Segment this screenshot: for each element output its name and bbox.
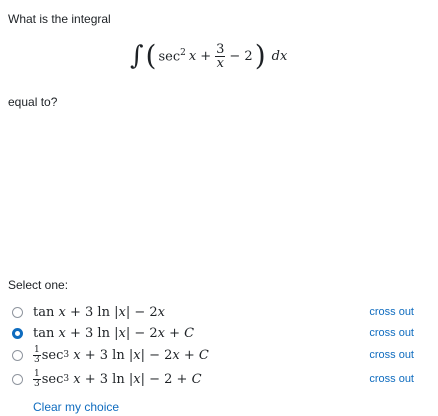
answer-option-3[interactable]: 1 3 sec 3 x + 3 ln | x | − 2x + C cross out: [12, 344, 414, 366]
sec-term: sec2: [158, 47, 186, 65]
fraction-3-over-x: 3 x: [215, 41, 226, 71]
fraction-one-third: 1 3: [33, 368, 41, 389]
cross-out-link-2[interactable]: cross out: [369, 327, 414, 339]
left-paren: (: [145, 39, 157, 72]
clear-choice-link[interactable]: Clear my choice: [33, 400, 119, 414]
answer-option-1[interactable]: tan x + 3 ln | x | − 2x cross out: [12, 302, 414, 322]
question-prompt: What is the integral: [8, 12, 111, 26]
option-1-text: tan x + 3 ln | x | − 2x: [33, 304, 165, 320]
radio-selected-dot: [15, 330, 20, 336]
answer-option-2[interactable]: tan x + 3 ln | x | − 2x + C cross out: [12, 323, 414, 343]
right-paren: ): [254, 39, 266, 72]
select-one-label: Select one:: [8, 278, 69, 292]
dx: dx: [271, 48, 288, 64]
cross-out-link-3[interactable]: cross out: [369, 349, 414, 361]
integral-sign: ∫: [130, 41, 144, 71]
cross-out-link-4[interactable]: cross out: [369, 373, 414, 385]
radio-option-2[interactable]: [12, 327, 23, 339]
option-2-text: tan x + 3 ln | x | − 2x + C: [33, 325, 195, 341]
option-3-text: 1 3 sec 3 x + 3 ln | x | − 2x + C: [33, 344, 209, 365]
var-x: x: [188, 48, 197, 64]
radio-option-4[interactable]: [12, 373, 23, 385]
answer-option-4[interactable]: 1 3 sec 3 x + 3 ln | x | − 2 + C cross out: [12, 368, 414, 390]
radio-option-3[interactable]: [12, 349, 23, 361]
radio-option-1[interactable]: [12, 306, 23, 318]
cross-out-link-1[interactable]: cross out: [369, 306, 414, 318]
minus-two: − 2: [229, 48, 253, 64]
option-4-text: 1 3 sec 3 x + 3 ln | x | − 2 + C: [33, 368, 202, 389]
integral-expression: ∫ ( sec2 x + 3 x − 2 ) dx: [130, 32, 287, 80]
fraction-one-third: 1 3: [33, 344, 41, 365]
question-suffix: equal to?: [8, 95, 58, 109]
plus-sign: +: [200, 48, 212, 64]
